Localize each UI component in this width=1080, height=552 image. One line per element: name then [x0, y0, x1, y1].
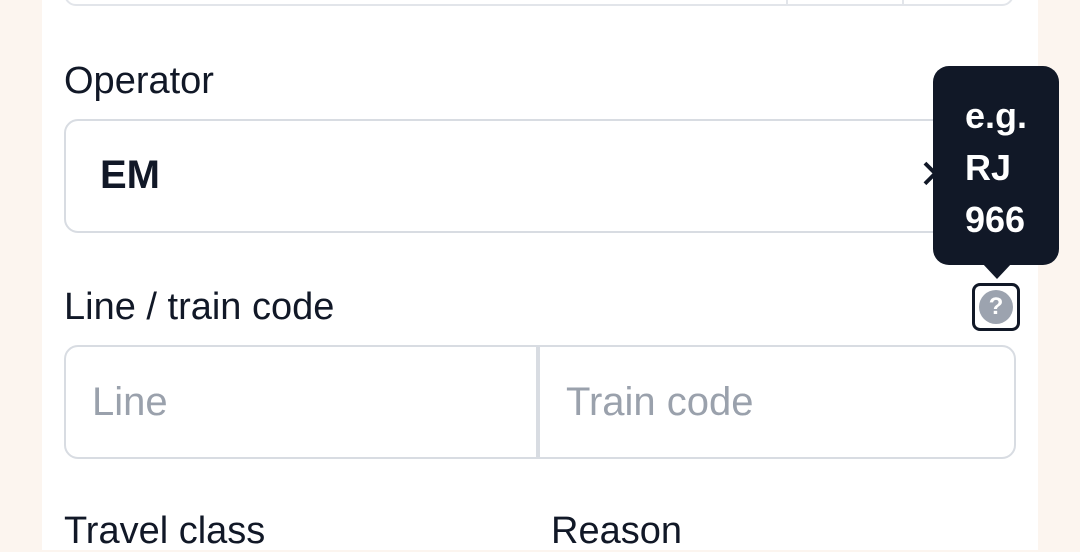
- tooltip-line: 966: [965, 199, 1026, 240]
- question-mark-icon: ?: [979, 290, 1013, 324]
- help-tooltip: e.g. RJ 966: [933, 66, 1059, 265]
- travel-class-label: Travel class: [64, 510, 266, 552]
- line-train-input-group: [64, 345, 1016, 459]
- input-divider: [786, 0, 788, 4]
- operator-selected-value: EM: [100, 153, 160, 197]
- train-code-input[interactable]: [540, 347, 1014, 457]
- line-input[interactable]: [66, 347, 540, 457]
- line-train-code-label: Line / train code: [64, 286, 335, 328]
- tooltip-line: RJ: [965, 147, 1012, 188]
- operator-label: Operator: [64, 60, 214, 102]
- previous-input-row[interactable]: [64, 0, 1014, 6]
- tooltip-arrow: [982, 263, 1012, 279]
- tooltip-line: e.g.: [965, 95, 1028, 136]
- reason-label: Reason: [551, 510, 682, 552]
- input-divider: [902, 0, 904, 4]
- operator-select[interactable]: EM ✕: [64, 119, 1016, 233]
- help-icon[interactable]: ?: [972, 283, 1020, 331]
